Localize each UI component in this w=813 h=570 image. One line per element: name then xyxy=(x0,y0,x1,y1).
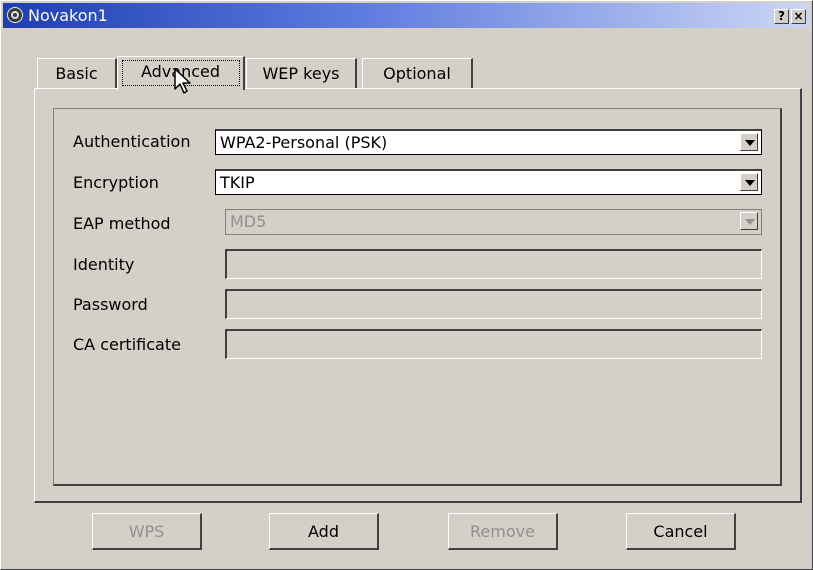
password-label: Password xyxy=(73,295,148,314)
dialog-window: Novakon1 ? × Basic Advanced WEP keys Opt… xyxy=(0,0,813,570)
ca-certificate-field xyxy=(225,329,762,359)
chevron-down-icon xyxy=(740,212,758,230)
eap-method-select: MD5 xyxy=(225,209,762,235)
close-button[interactable]: × xyxy=(791,9,806,24)
identity-label: Identity xyxy=(73,255,135,274)
ca-certificate-label: CA certificate xyxy=(73,335,181,354)
title-bar[interactable]: Novakon1 ? × xyxy=(3,3,810,28)
encryption-label: Encryption xyxy=(73,173,159,192)
identity-field xyxy=(225,249,762,279)
chevron-down-icon[interactable] xyxy=(740,133,758,151)
help-button[interactable]: ? xyxy=(774,9,789,24)
encryption-value: TKIP xyxy=(220,173,255,192)
authentication-value: WPA2-Personal (PSK) xyxy=(220,133,388,152)
window-title: Novakon1 xyxy=(28,6,108,25)
password-field xyxy=(225,289,762,319)
encryption-select[interactable]: TKIP xyxy=(215,169,762,195)
add-button[interactable]: Add xyxy=(269,513,379,550)
tab-wep-keys[interactable]: WEP keys xyxy=(246,58,357,88)
chevron-down-icon[interactable] xyxy=(740,173,758,191)
eap-method-value: MD5 xyxy=(230,212,267,231)
tab-optional[interactable]: Optional xyxy=(362,58,473,88)
authentication-label: Authentication xyxy=(73,132,191,151)
remove-button: Remove xyxy=(448,513,558,550)
eap-method-label: EAP method xyxy=(73,214,171,233)
mouse-pointer-icon xyxy=(174,68,191,94)
tab-basic[interactable]: Basic xyxy=(37,58,117,88)
authentication-select[interactable]: WPA2-Personal (PSK) xyxy=(215,129,762,155)
cancel-button[interactable]: Cancel xyxy=(626,513,736,550)
app-icon xyxy=(7,7,23,23)
wps-button: WPS xyxy=(92,513,202,550)
